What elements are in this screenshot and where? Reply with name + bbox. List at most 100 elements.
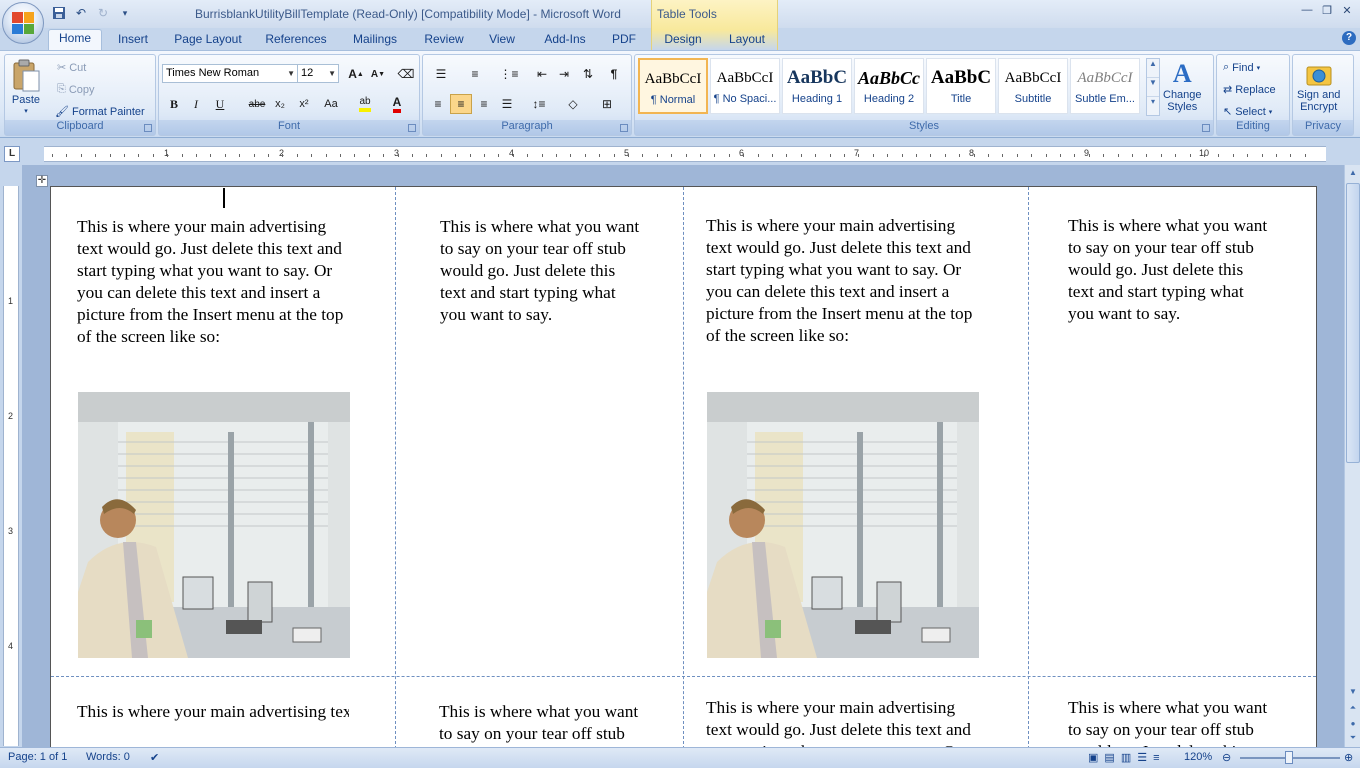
full-screen-reading-icon[interactable]: ▤ [1104,752,1120,764]
cell-stub-text[interactable]: This is where what you want to say on yo… [1068,697,1268,749]
redo-icon[interactable]: ↻ [94,4,112,22]
gallery-up-icon[interactable]: ▲ [1147,59,1159,78]
styles-launcher-icon[interactable] [1202,124,1210,132]
show-formatting-button[interactable]: ¶ [603,64,625,84]
decrease-indent-button[interactable]: ⇤ [531,64,553,84]
vertical-ruler[interactable]: 1 2 3 4 [3,186,19,746]
highlight-button[interactable]: ab [351,94,379,114]
font-size-combo[interactable]: 12 ▼ [297,64,339,83]
maximize-icon[interactable]: ❐ [1320,3,1334,17]
multilevel-list-button[interactable]: ⋮≡ [495,64,523,84]
tab-design[interactable]: Design [660,31,706,51]
table-move-handle-icon[interactable]: ✛ [36,175,48,187]
previous-page-icon[interactable]: ⏶ [1346,701,1360,715]
sort-button[interactable]: ⇅ [577,64,599,84]
proofing-icon[interactable]: ✔ [150,751,159,764]
print-layout-icon[interactable]: ▣ [1088,752,1104,764]
copy-button[interactable]: ⎘ Copy [57,83,95,96]
tab-insert[interactable]: Insert [112,31,154,51]
scroll-thumb[interactable] [1346,183,1360,463]
save-icon[interactable] [50,4,68,22]
align-center-button[interactable]: ≡ [450,94,472,114]
select-browse-object-icon[interactable]: ● [1346,717,1360,731]
tab-page-layout[interactable]: Page Layout [170,31,246,51]
tab-add-ins[interactable]: Add-Ins [538,31,592,51]
zoom-slider-thumb[interactable] [1285,751,1293,764]
clear-formatting-button[interactable]: ⌫ [395,64,417,84]
bullets-button[interactable]: ☰ [427,64,455,84]
cell-stub-text[interactable]: This is where what you want to say on yo… [440,216,640,326]
vertical-scrollbar[interactable]: ▲ ▼ ⏶ ● ⏷ [1344,165,1360,747]
gallery-more-icon[interactable]: ▾ [1147,97,1159,115]
style-subtitle[interactable]: AaBbCcI Subtitle [998,58,1068,114]
scroll-down-icon[interactable]: ▼ [1346,685,1360,699]
word-count[interactable]: Words: 0 [86,751,130,763]
shrink-font-button[interactable]: A ▼ [367,64,389,84]
paragraph-launcher-icon[interactable] [620,124,628,132]
increase-indent-button[interactable]: ⇥ [553,64,575,84]
cell-main-text[interactable]: This is where your main advertising text… [706,215,978,347]
change-styles-button[interactable]: A Change Styles [1163,59,1202,113]
style-subtle-emphasis[interactable]: AaBbCcI Subtle Em... [1070,58,1140,114]
align-left-button[interactable]: ≡ [427,94,449,114]
customize-qat-icon[interactable]: ▾ [116,4,134,22]
subscript-button[interactable]: x₂ [269,94,291,114]
zoom-level[interactable]: 120% [1184,751,1212,763]
tab-selector[interactable]: L [4,146,20,162]
draft-icon[interactable]: ≡ [1153,752,1165,764]
style-title[interactable]: AaBbC Title [926,58,996,114]
line-spacing-button[interactable]: ↕≡ [525,94,553,114]
shading-button[interactable]: ◇ [559,94,587,114]
tab-view[interactable]: View [484,31,520,51]
style-normal[interactable]: AaBbCcI ¶ Normal [638,58,708,114]
style-no-spacing[interactable]: AaBbCcI ¶ No Spaci... [710,58,780,114]
font-name-combo[interactable]: Times New Roman ▼ [162,64,298,83]
web-layout-icon[interactable]: ▥ [1121,752,1137,764]
strikethrough-button[interactable]: abe [245,94,269,114]
view-buttons[interactable]: ▣▤▥☰≡ [1088,751,1166,764]
underline-button[interactable]: U [209,94,231,114]
borders-button[interactable]: ⊞ [593,94,621,114]
replace-button[interactable]: ⇄ Replace [1223,83,1276,97]
sign-encrypt-button[interactable]: Sign and Encrypt [1297,59,1340,113]
numbering-button[interactable]: ≡ [461,64,489,84]
page-count[interactable]: Page: 1 of 1 [8,751,67,763]
cut-button[interactable]: ✂ Cut [57,61,86,75]
next-page-icon[interactable]: ⏷ [1346,731,1360,745]
italic-button[interactable]: I [185,94,207,114]
horizontal-ruler[interactable]: 1 2 3 4 5 6 7 8 9 10 [44,146,1326,162]
align-right-button[interactable]: ≡ [473,94,495,114]
office-photo[interactable] [78,392,350,658]
select-button[interactable]: ↖ Select ▾ [1223,105,1272,119]
scroll-up-icon[interactable]: ▲ [1346,166,1360,180]
format-painter-button[interactable]: 🖌 Format Painter [55,105,145,119]
font-color-button[interactable]: A [383,94,411,114]
font-launcher-icon[interactable] [408,124,416,132]
help-icon[interactable]: ? [1342,31,1356,45]
zoom-in-icon[interactable]: ⊕ [1344,751,1353,764]
cell-stub-text[interactable]: This is where what you want to say on yo… [439,701,639,749]
grow-font-button[interactable]: A ▲ [345,64,367,84]
zoom-out-icon[interactable]: ⊖ [1222,751,1231,764]
cell-stub-text[interactable]: This is where what you want to say on yo… [1068,215,1268,325]
style-heading-1[interactable]: AaBbC Heading 1 [782,58,852,114]
cell-main-text[interactable]: This is where your main advertising text… [77,701,349,749]
office-button[interactable] [2,2,44,44]
office-photo[interactable] [707,392,979,658]
tab-review[interactable]: Review [420,31,468,51]
justify-button[interactable]: ☰ [496,94,518,114]
tab-references[interactable]: References [260,31,332,51]
tab-layout[interactable]: Layout [724,31,770,51]
gallery-down-icon[interactable]: ▼ [1147,78,1159,97]
cell-main-text[interactable]: This is where your main advertising text… [77,216,349,348]
close-icon[interactable]: ✕ [1340,3,1354,17]
tab-home[interactable]: Home [48,29,102,51]
change-case-button[interactable]: Aa [317,94,345,114]
paste-button[interactable]: Paste ▾ [11,59,41,115]
find-button[interactable]: ⌕ Find ▾ [1223,61,1260,74]
cell-main-text[interactable]: This is where your main advertising text… [706,697,978,749]
outline-icon[interactable]: ☰ [1137,752,1153,764]
undo-icon[interactable]: ↶ [72,4,90,22]
clipboard-launcher-icon[interactable] [144,124,152,132]
tab-pdf[interactable]: PDF [608,31,640,51]
